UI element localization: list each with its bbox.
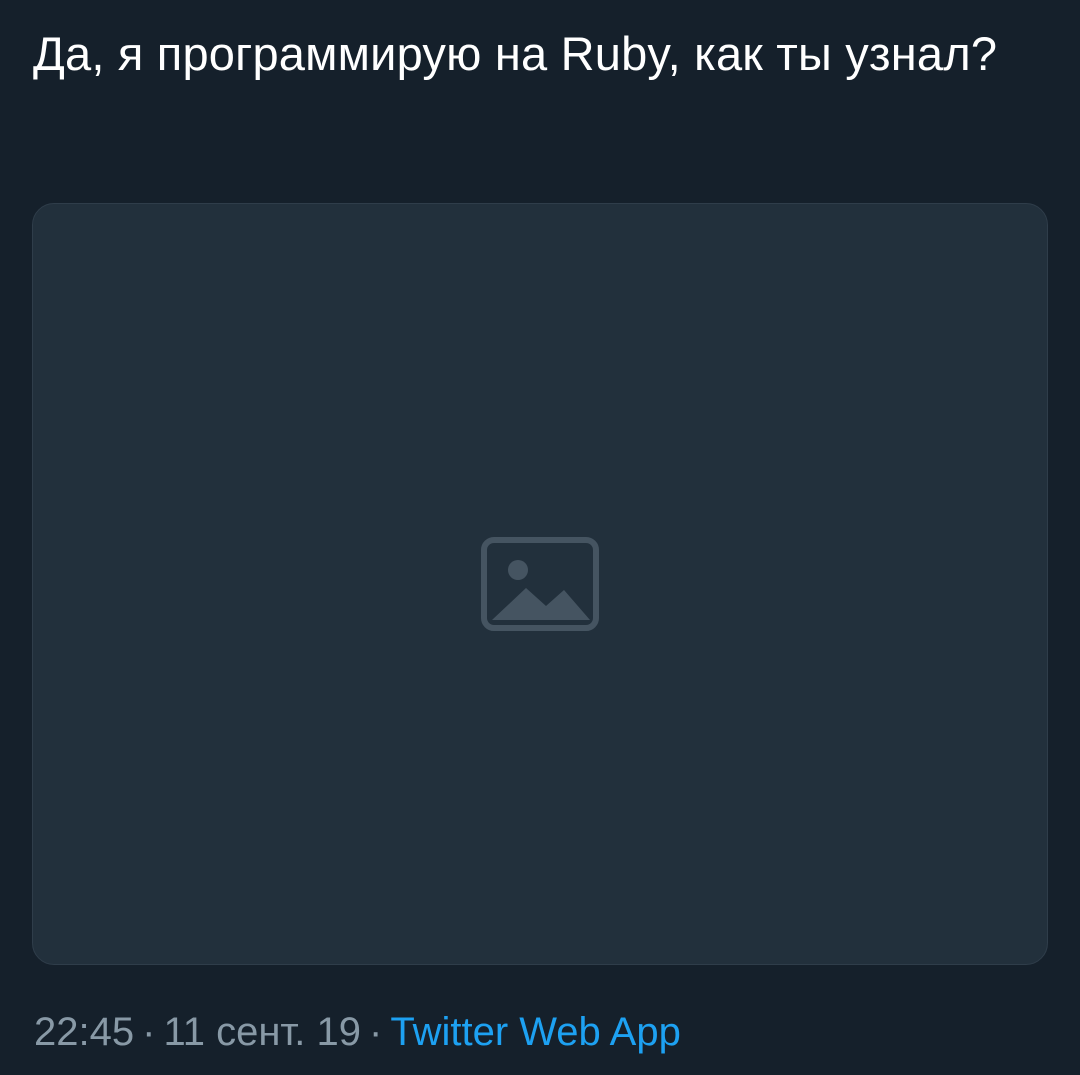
tweet-text: Да, я программирую на Ruby, как ты узнал…	[33, 27, 998, 80]
meta-separator: ·	[142, 1010, 156, 1054]
tweet-media-placeholder[interactable]	[32, 203, 1048, 965]
tweet-meta: 22:45 · 11 сент. 19 · Twitter Web App	[34, 1006, 681, 1058]
tweet: Да, я программирую на Ruby, как ты узнал…	[0, 0, 1080, 1075]
meta-separator: ·	[369, 1010, 383, 1054]
tweet-source-link[interactable]: Twitter Web App	[390, 1010, 681, 1054]
tweet-time[interactable]: 22:45	[34, 1010, 134, 1054]
tweet-date[interactable]: 11 сент. 19	[163, 1010, 361, 1054]
image-icon	[481, 537, 599, 631]
